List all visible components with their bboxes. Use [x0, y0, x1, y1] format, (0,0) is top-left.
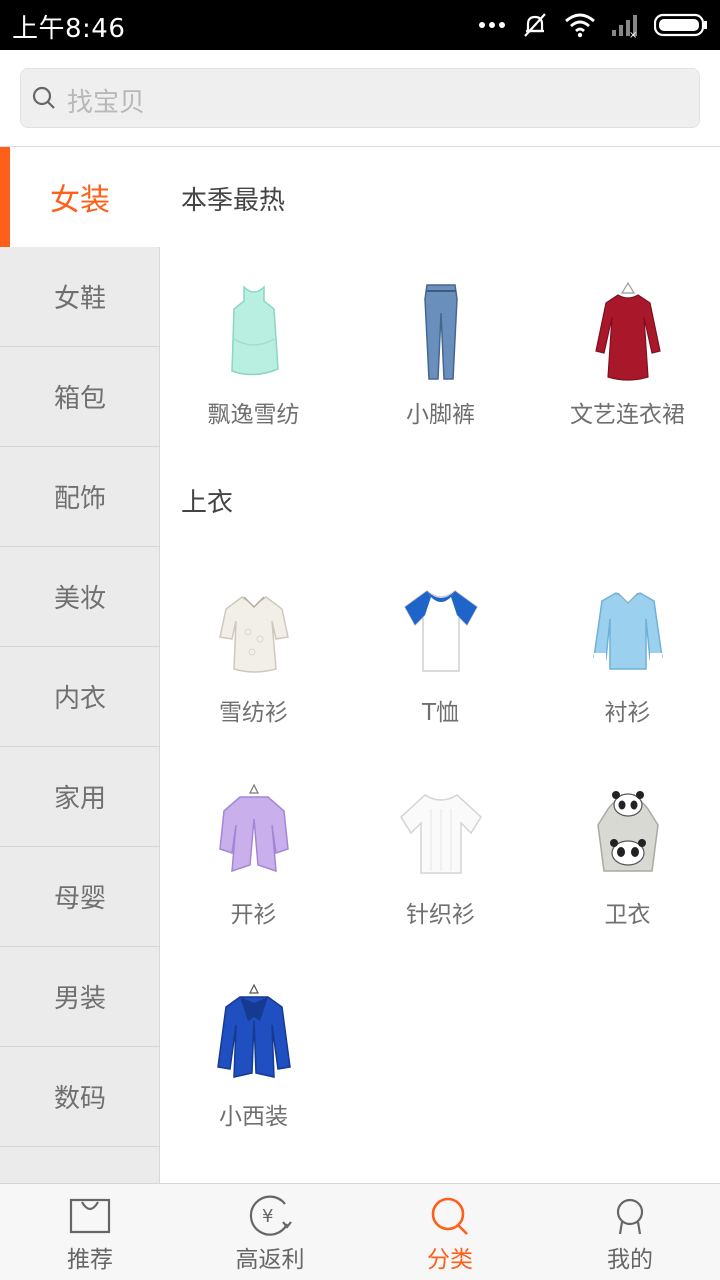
- red-dress-image: [594, 281, 661, 381]
- rebate-icon: ¥: [249, 1195, 292, 1236]
- category-item-knit[interactable]: 针织衫: [347, 757, 534, 957]
- search-input[interactable]: 找宝贝: [20, 68, 700, 128]
- search-icon: [431, 1197, 468, 1235]
- search-area: 找宝贝: [0, 50, 720, 147]
- battery-icon: [654, 13, 707, 37]
- category-content: 本季最热 飘逸雪纺 小脚裤 文艺连衣裙 上衣 雪纺衫 T恤 衬衫 开衫 针织衫 …: [160, 147, 720, 1183]
- nav-category[interactable]: 分类: [360, 1184, 540, 1280]
- blazer-image: [216, 983, 291, 1078]
- category-label: 针织衫: [406, 902, 475, 928]
- shirt-image: [592, 592, 663, 670]
- more-dots-icon: [479, 22, 505, 28]
- nav-label: 高返利: [235, 1247, 305, 1273]
- category-label: 小脚裤: [406, 402, 475, 428]
- category-label: 小西装: [219, 1104, 288, 1130]
- silent-bell-icon: [524, 13, 546, 37]
- skinny-jeans-image: [423, 284, 458, 380]
- sidebar-item-beauty[interactable]: 美妆: [0, 547, 160, 647]
- search-icon: [32, 86, 55, 109]
- search-placeholder: 找宝贝: [67, 88, 146, 118]
- category-label: 文艺连衣裙: [570, 402, 685, 428]
- category-item-cardigan[interactable]: 开衫: [160, 757, 347, 957]
- knit-top-image: [399, 794, 482, 874]
- chiffon-top-image: [230, 285, 279, 376]
- bag-icon: [69, 1198, 111, 1234]
- status-icons: ×: [478, 10, 708, 40]
- svg-text:×: ×: [629, 30, 637, 38]
- category-label: T恤: [421, 700, 460, 726]
- svg-text:¥: ¥: [262, 1206, 273, 1227]
- wifi-icon: [565, 13, 595, 38]
- sidebar-item-shoes[interactable]: 女鞋: [0, 247, 160, 347]
- lace-blouse-image: [218, 596, 289, 673]
- category-item-shirt[interactable]: 衬衫: [534, 555, 720, 755]
- nav-label: 推荐: [67, 1247, 113, 1273]
- category-label: 开衫: [230, 902, 277, 928]
- bottom-nav: 推荐 ¥ 高返利 分类 我的: [0, 1183, 720, 1280]
- sidebar-item-accessories[interactable]: 配饰: [0, 447, 160, 547]
- status-time: 上午8:46: [12, 14, 126, 44]
- nav-label: 我的: [607, 1247, 653, 1273]
- category-item-dress[interactable]: 文艺连衣裙: [534, 257, 720, 457]
- hoodie-image: [596, 791, 659, 872]
- category-item-jeans[interactable]: 小脚裤: [347, 257, 534, 457]
- sidebar-item-underwear[interactable]: 内衣: [0, 647, 160, 747]
- category-item-hoodie[interactable]: 卫衣: [534, 757, 720, 957]
- category-label: 衬衫: [604, 700, 651, 726]
- section-title-hot: 本季最热: [181, 186, 286, 216]
- sidebar-item-baby[interactable]: 母婴: [0, 847, 160, 947]
- category-item-lace-blouse[interactable]: 雪纺衫: [160, 555, 347, 755]
- sidebar-item-bags[interactable]: 箱包: [0, 347, 160, 447]
- cardigan-image: [218, 783, 289, 873]
- section-title-tops: 上衣: [181, 488, 234, 518]
- nav-recommend[interactable]: 推荐: [0, 1184, 180, 1280]
- sidebar-item-women[interactable]: 女装: [0, 147, 160, 247]
- category-item-blazer[interactable]: 小西装: [160, 959, 347, 1159]
- sidebar-item-digital[interactable]: 数码: [0, 1047, 160, 1147]
- category-label: 卫衣: [604, 902, 651, 928]
- tshirt-image: [403, 590, 478, 672]
- sidebar-item-men[interactable]: 男装: [0, 947, 160, 1047]
- category-item-tshirt[interactable]: T恤: [347, 555, 534, 755]
- user-icon: [616, 1198, 644, 1235]
- sidebar-item-home[interactable]: 家用: [0, 747, 160, 847]
- category-sidebar: 女装 女鞋 箱包 配饰 美妆 内衣 家用 母婴 男装 数码: [0, 147, 160, 1183]
- signal-icon: ×: [612, 15, 637, 38]
- nav-label: 分类: [427, 1247, 473, 1273]
- nav-rebate[interactable]: ¥ 高返利: [180, 1184, 360, 1280]
- category-item-chiffon[interactable]: 飘逸雪纺: [160, 257, 347, 457]
- nav-profile[interactable]: 我的: [540, 1184, 720, 1280]
- status-bar: 上午8:46 ×: [0, 0, 720, 50]
- category-label: 雪纺衫: [219, 700, 288, 726]
- category-label: 飘逸雪纺: [207, 402, 300, 428]
